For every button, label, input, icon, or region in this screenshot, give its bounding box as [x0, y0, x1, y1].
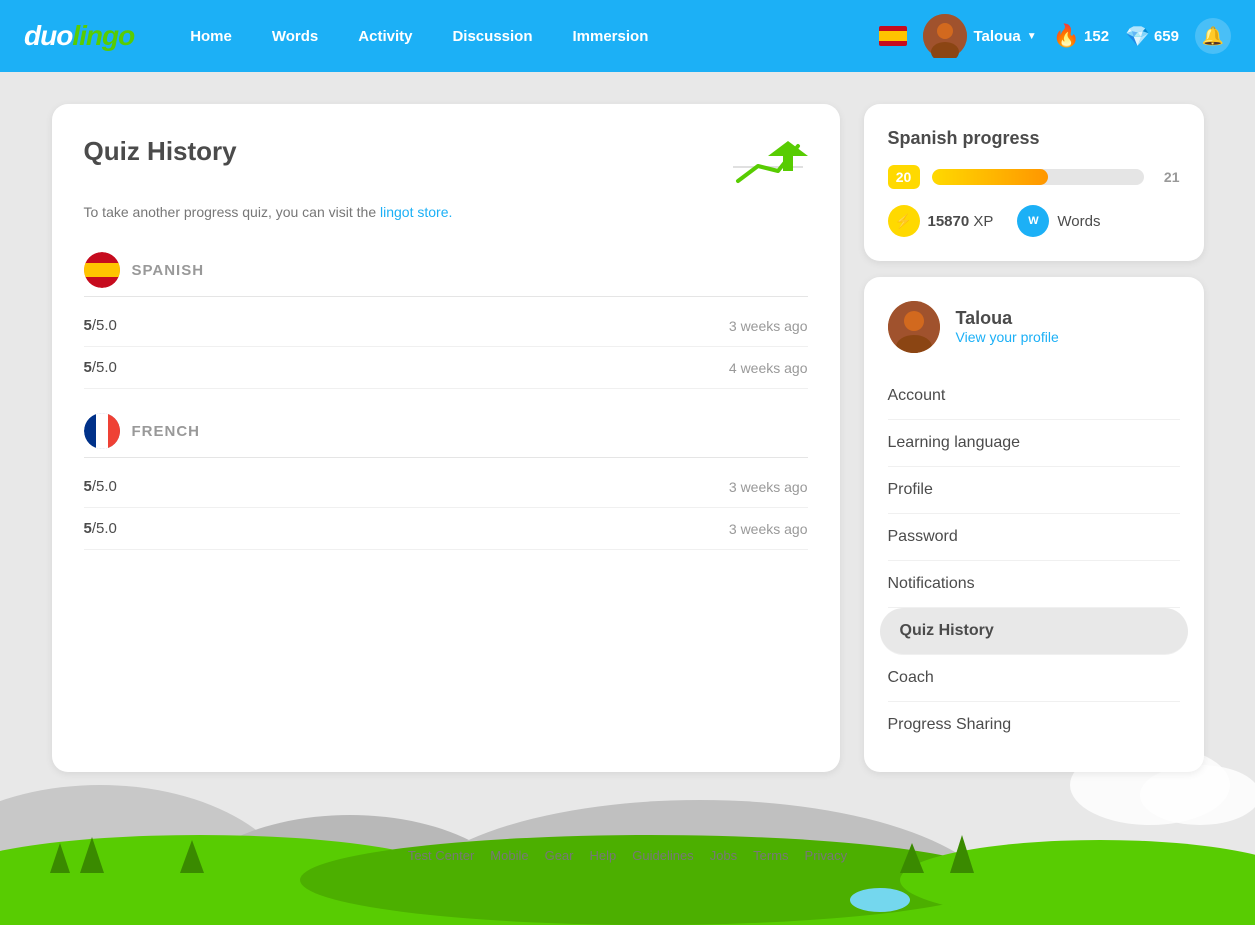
profile-card: Taloua View your profile Account Learnin… — [864, 277, 1204, 772]
nav-words[interactable]: Words — [256, 20, 334, 53]
spanish-score-2: 5/5.0 4 weeks ago — [84, 347, 808, 389]
score-date-2: 4 weeks ago — [729, 360, 808, 376]
menu-notifications[interactable]: Notifications — [888, 561, 1180, 608]
level-next: 21 — [1156, 169, 1180, 185]
footer-mobile[interactable]: Mobile — [490, 848, 528, 863]
french-score-value-1: 5/5.0 — [84, 478, 117, 495]
streak-badge: 🔥 152 — [1053, 23, 1109, 49]
user-dropdown[interactable]: Taloua ▼ — [923, 14, 1036, 58]
score-date-1: 3 weeks ago — [729, 318, 808, 334]
username-nav: Taloua — [973, 28, 1020, 45]
profile-info: Taloua View your profile — [956, 308, 1059, 347]
fire-icon: 🔥 — [1053, 23, 1080, 49]
quiz-subtitle: To take another progress quiz, you can v… — [84, 204, 808, 220]
footer-terms[interactable]: Terms — [753, 848, 788, 863]
gem-icon: 💎 — [1125, 24, 1150, 49]
french-section: FRENCH 5/5.0 3 weeks ago 5/5.0 3 weeks a… — [84, 413, 808, 550]
nav-immersion[interactable]: Immersion — [557, 20, 665, 53]
view-profile-link[interactable]: View your profile — [956, 329, 1059, 345]
progress-bar-container: 20 21 — [888, 165, 1180, 189]
french-flag-icon — [84, 413, 120, 449]
navbar: duolingo Home Words Activity Discussion … — [0, 0, 1255, 72]
menu-password[interactable]: Password — [888, 514, 1180, 561]
progress-title: Spanish progress — [888, 128, 1180, 149]
french-header: FRENCH — [84, 413, 808, 458]
language-flag-nav[interactable] — [879, 26, 907, 46]
french-label: FRENCH — [132, 423, 201, 440]
french-score-value-2: 5/5.0 — [84, 520, 117, 537]
spanish-section: SPANISH 5/5.0 3 weeks ago 5/5.0 4 weeks … — [84, 252, 808, 389]
footer-gear[interactable]: Gear — [545, 848, 574, 863]
score-value-1: 5/5.0 — [84, 317, 117, 334]
footer-jobs[interactable]: Jobs — [710, 848, 737, 863]
chart-icon — [728, 136, 808, 196]
spanish-header: SPANISH — [84, 252, 808, 297]
footer-help[interactable]: Help — [590, 848, 617, 863]
level-current: 20 — [888, 165, 920, 189]
menu-quiz-history[interactable]: Quiz History — [880, 608, 1188, 655]
nav-links: Home Words Activity Discussion Immersion — [174, 20, 879, 53]
main-content: Quiz History To take another progress qu… — [28, 104, 1228, 772]
footer-test-center[interactable]: Test Center — [408, 848, 474, 863]
spanish-flag-icon — [84, 252, 120, 288]
gems-badge: 💎 659 — [1125, 24, 1179, 49]
spanish-score-1: 5/5.0 3 weeks ago — [84, 305, 808, 347]
footer-privacy[interactable]: Privacy — [805, 848, 848, 863]
progress-fill — [932, 169, 1049, 185]
menu-items: Account Learning language Profile Passwo… — [888, 373, 1180, 748]
quiz-title: Quiz History — [84, 136, 237, 167]
score-value-2: 5/5.0 — [84, 359, 117, 376]
profile-avatar — [888, 301, 940, 353]
menu-progress-sharing[interactable]: Progress Sharing — [888, 702, 1180, 748]
french-score-2: 5/5.0 3 weeks ago — [84, 508, 808, 550]
gems-count: 659 — [1154, 28, 1179, 45]
menu-account[interactable]: Account — [888, 373, 1180, 420]
chevron-down-icon: ▼ — [1027, 31, 1037, 42]
menu-coach[interactable]: Coach — [888, 655, 1180, 702]
spanish-label: SPANISH — [132, 262, 205, 279]
xp-stat: ⚡ 15870 XP — [888, 205, 994, 237]
nav-home[interactable]: Home — [174, 20, 248, 53]
streak-count: 152 — [1084, 28, 1109, 45]
user-avatar-nav — [923, 14, 967, 58]
profile-name: Taloua — [956, 308, 1059, 329]
progress-bar — [932, 169, 1144, 185]
stats-row: ⚡ 15870 XP W Words — [888, 205, 1180, 237]
navbar-right: Taloua ▼ 🔥 152 💎 659 🔔 — [879, 14, 1231, 58]
footer-guidelines[interactable]: Guidelines — [632, 848, 693, 863]
french-score-date-1: 3 weeks ago — [729, 479, 808, 495]
french-score-date-2: 3 weeks ago — [729, 521, 808, 537]
nav-activity[interactable]: Activity — [342, 20, 428, 53]
xp-value: 15870 XP — [928, 213, 994, 230]
quiz-header: Quiz History — [84, 136, 808, 196]
french-score-1: 5/5.0 3 weeks ago — [84, 466, 808, 508]
xp-icon: ⚡ — [888, 205, 920, 237]
menu-profile[interactable]: Profile — [888, 467, 1180, 514]
words-stat: W Words — [1017, 205, 1100, 237]
lingot-store-link[interactable]: lingot store. — [380, 204, 452, 220]
notification-bell[interactable]: 🔔 — [1195, 18, 1231, 54]
logo[interactable]: duolingo — [24, 20, 134, 52]
footer: Test Center Mobile Gear Help Guidelines … — [0, 832, 1255, 879]
menu-learning-language[interactable]: Learning language — [888, 420, 1180, 467]
words-label: Words — [1057, 213, 1100, 230]
nav-discussion[interactable]: Discussion — [436, 20, 548, 53]
words-icon: W — [1017, 205, 1049, 237]
right-panel: Spanish progress 20 21 ⚡ 15870 XP W Word… — [864, 104, 1204, 772]
quiz-history-panel: Quiz History To take another progress qu… — [52, 104, 840, 772]
profile-header: Taloua View your profile — [888, 301, 1180, 353]
progress-card: Spanish progress 20 21 ⚡ 15870 XP W Word… — [864, 104, 1204, 261]
